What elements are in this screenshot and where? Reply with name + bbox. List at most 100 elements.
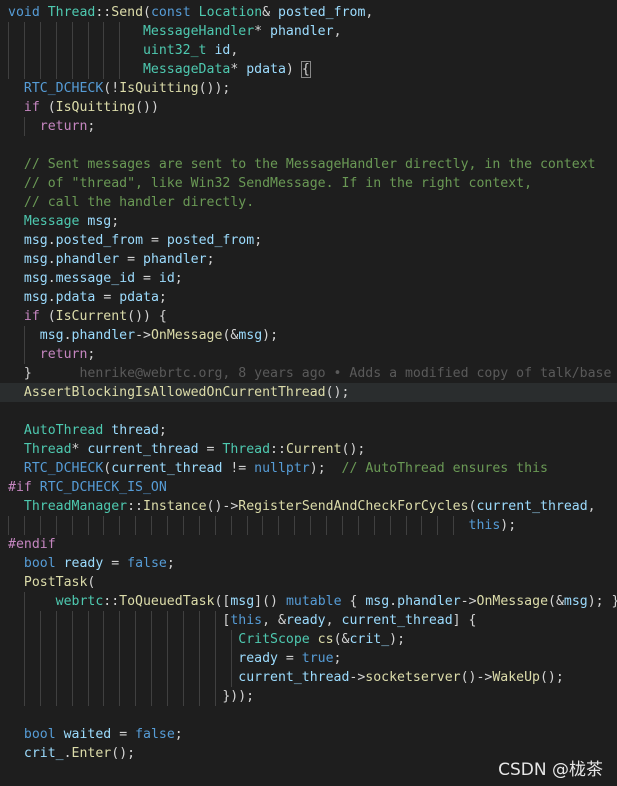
code-token: . — [47, 290, 56, 305]
code-token: msg — [87, 214, 112, 229]
code-token: ] { — [452, 613, 477, 628]
code-token: ( — [39, 100, 56, 115]
code-token: msg — [230, 594, 255, 609]
code-token: ()) — [135, 100, 159, 115]
code-token: phandler — [71, 328, 136, 343]
code-token: IsCurrent — [55, 309, 128, 324]
code-token: pdata — [119, 290, 159, 305]
code-token: ()-> — [460, 670, 493, 685]
code-token: -> — [460, 594, 477, 609]
code-token: MessageHandler — [142, 24, 255, 39]
code-token: return — [39, 119, 88, 134]
code-token: phandler — [270, 24, 334, 39]
code-token: ; — [174, 271, 183, 286]
code-token: = — [135, 271, 159, 286]
code-token: if — [23, 309, 40, 324]
code-token: ; — [158, 423, 167, 438]
code-token: })); — [8, 689, 255, 704]
code-token: ; — [87, 119, 96, 134]
code-token: Enter — [71, 746, 112, 761]
code-token: false — [135, 727, 175, 742]
code-token: current_thread — [341, 613, 453, 628]
code-line: Thread* current_thread = Thread::Current… — [8, 440, 365, 459]
code-token: , — [230, 43, 239, 58]
code-token: msg — [23, 233, 48, 248]
code-line: AssertBlockingIsAllowedOnCurrentThread()… — [8, 383, 350, 402]
code-token: = — [143, 233, 167, 248]
code-token: #if — [8, 480, 32, 495]
code-token: crit_ — [349, 632, 390, 647]
code-token: Send — [111, 5, 144, 20]
code-token: WakeUp — [492, 670, 540, 685]
code-token: (); — [111, 746, 136, 761]
code-token: [ — [8, 613, 231, 628]
code-token: return — [39, 347, 88, 362]
code-token: . — [63, 328, 72, 343]
code-line: crit_.Enter(); — [8, 744, 135, 763]
code-line: msg.phandler = phandler; — [8, 250, 215, 269]
code-line: RTC_DCHECK(current_thread != nullptr); /… — [8, 459, 548, 478]
code-token: ( — [143, 5, 151, 20]
code-token: webrtc — [55, 594, 104, 609]
git-blame-annotation: henrike@webrtc.org, 8 years ago • Adds a… — [79, 366, 612, 381]
code-token: ToQueuedTask — [119, 594, 215, 609]
code-token: posted_from — [55, 233, 144, 248]
code-line: // call the handler directly. — [8, 193, 254, 212]
code-token: CritScope — [238, 632, 310, 647]
code-token: } — [8, 366, 32, 381]
code-token: ( — [39, 309, 56, 324]
code-token: :: — [127, 499, 143, 514]
code-token: pdata — [55, 290, 96, 305]
code-token: message_id — [55, 271, 136, 286]
code-token: ready — [63, 556, 104, 571]
code-token: uint32_t — [142, 43, 207, 58]
code-token: msg — [39, 328, 64, 343]
code-line: bool ready = false; — [8, 554, 175, 573]
code-line: #if RTC_DCHECK_IS_ON — [8, 478, 167, 497]
code-token: ; — [254, 233, 263, 248]
code-line: })); — [8, 687, 254, 706]
code-token: this — [230, 613, 263, 628]
code-token: :: — [95, 5, 112, 20]
code-token: nullptr — [254, 461, 310, 476]
code-line: msg.message_id = id; — [8, 269, 183, 288]
code-token: Thread — [47, 5, 96, 20]
code-line: AutoThread thread; — [8, 421, 167, 440]
code-editor[interactable]: void Thread::Send(const Location& posted… — [0, 0, 617, 786]
code-token: = — [111, 727, 136, 742]
code-token: false — [127, 556, 167, 571]
code-token: :: — [270, 442, 286, 457]
code-token: { — [341, 594, 366, 609]
code-token: != — [222, 461, 255, 476]
code-token: . — [47, 233, 56, 248]
code-token: , & — [262, 613, 286, 628]
code-token: ); — [309, 461, 342, 476]
code-token: (); — [539, 670, 564, 685]
code-token: -> — [349, 670, 366, 685]
code-token: . — [47, 252, 56, 267]
code-token: phandler — [143, 252, 207, 267]
code-token: msg — [23, 252, 48, 267]
code-token: = — [277, 651, 302, 666]
code-token: IsQuitting — [55, 100, 136, 115]
